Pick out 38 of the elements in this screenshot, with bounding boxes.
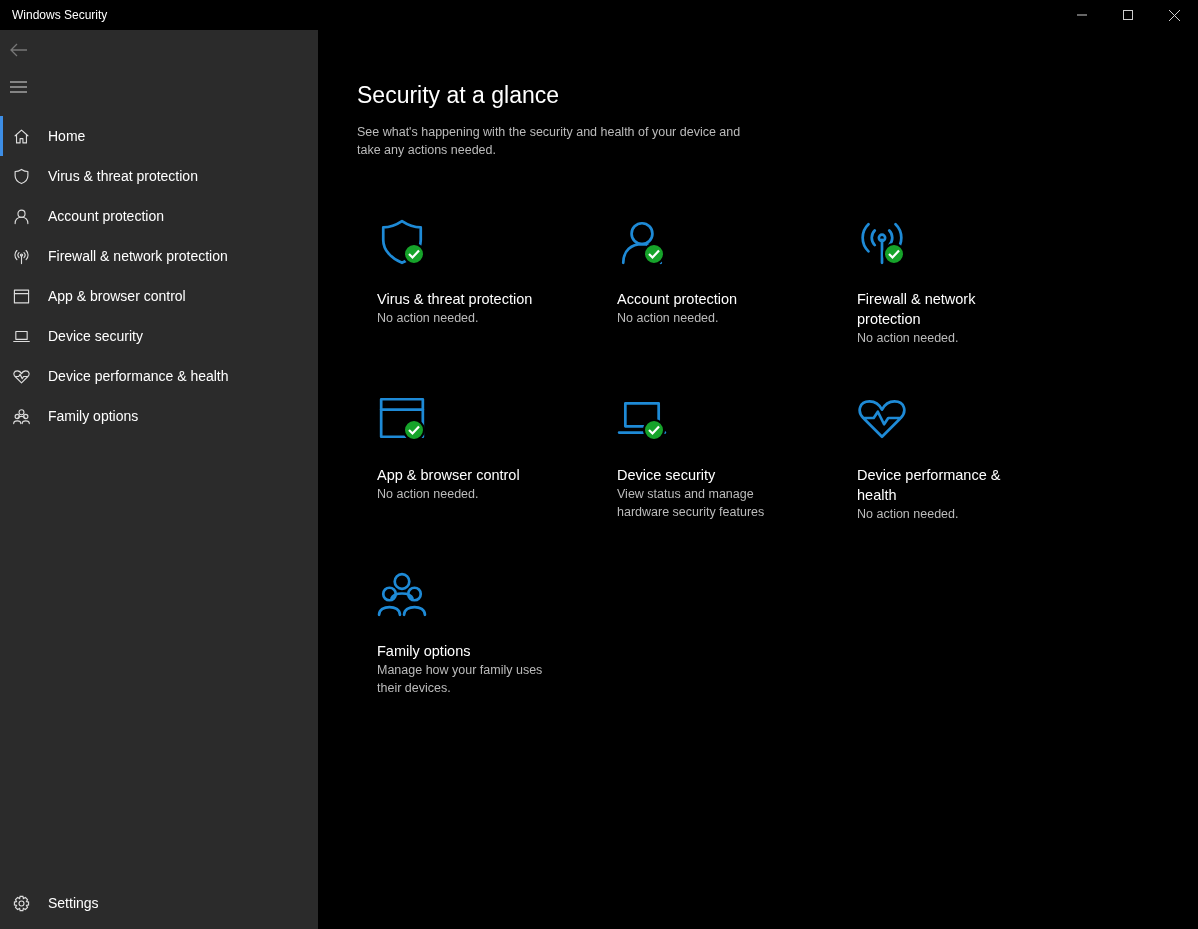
sidebar-item[interactable]: Account protection xyxy=(0,196,318,236)
card-status: Manage how your family uses their devices. xyxy=(377,662,544,697)
card-status: No action needed. xyxy=(617,310,720,327)
card-status: View status and manage hardware security features xyxy=(617,486,766,521)
settings-icon xyxy=(13,894,30,912)
browser-window-icon xyxy=(13,287,30,305)
card-status: No action needed. xyxy=(857,330,960,347)
card-title[interactable]: Virus & threat protection xyxy=(377,289,547,309)
shield-icon xyxy=(13,167,30,185)
close-icon[interactable] xyxy=(1169,9,1180,21)
menu-icon[interactable] xyxy=(10,81,27,93)
family-icon xyxy=(13,407,30,425)
heart-icon xyxy=(13,367,30,385)
sidebar-item[interactable]: Device security xyxy=(0,316,318,356)
page-title: Security at a glance xyxy=(357,82,560,109)
person-icon xyxy=(13,207,30,225)
card-title[interactable]: Device security xyxy=(617,465,787,485)
home-icon xyxy=(13,127,30,145)
maximize-icon[interactable] xyxy=(1123,10,1133,20)
card-title[interactable]: Firewall & network protection xyxy=(857,289,1027,329)
card-title[interactable]: Device performance & health xyxy=(857,465,1027,505)
card-status: No action needed. xyxy=(857,506,960,523)
sidebar-item[interactable]: App & browser control xyxy=(0,276,318,316)
sidebar-item[interactable]: Firewall & network protection xyxy=(0,236,318,276)
sidebar-item[interactable]: Device performance & health xyxy=(0,356,318,396)
card-title[interactable]: App & browser control xyxy=(377,465,547,485)
page-subtitle: See what's happening with the security and health of your device and take any actions needed. xyxy=(357,124,742,159)
settings-item[interactable]: Settings xyxy=(0,883,318,923)
card-title[interactable]: Account protection xyxy=(617,289,787,309)
card-title[interactable]: Family options xyxy=(377,641,547,661)
card-status: No action needed. xyxy=(377,310,480,327)
window-title: Windows Security xyxy=(12,8,108,22)
sidebar-item[interactable]: Family options xyxy=(0,396,318,436)
antenna-icon xyxy=(13,247,30,265)
back-arrow-icon[interactable] xyxy=(10,43,28,57)
card-status: No action needed. xyxy=(377,486,480,503)
sidebar-item[interactable]: Virus & threat protection xyxy=(0,156,318,196)
sidebar-item[interactable]: Home xyxy=(0,116,318,156)
